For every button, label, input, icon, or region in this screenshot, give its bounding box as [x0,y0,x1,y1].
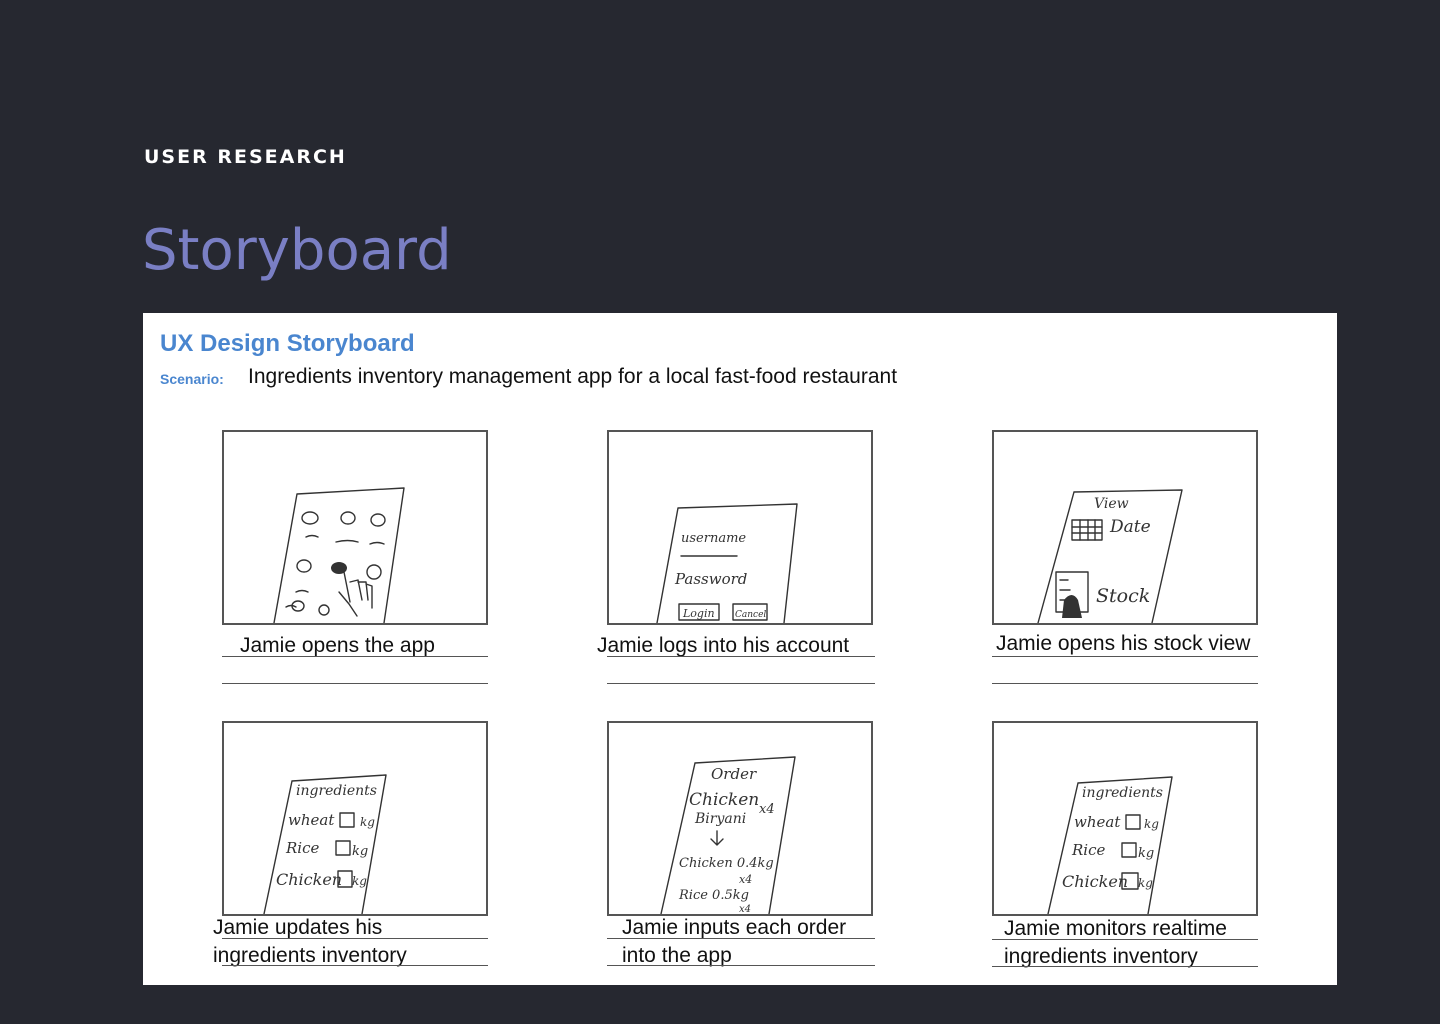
panel-2-caption-rule-2 [607,683,875,684]
panel-3-caption-rule-1 [992,656,1258,657]
page-title: Storyboard [142,218,452,283]
sketch-home-screen [273,487,405,623]
panel-4-caption-rule-1 [222,938,488,939]
sketch-kg-2: kg [1138,846,1154,861]
sketch-kg-2: kg [352,844,368,859]
panel-6-caption-rule-2 [992,966,1258,967]
section-eyebrow: USER RESEARCH [144,146,347,168]
storyboard-panel-6: ingredients wheat kg Rice kg Chicken kg [992,721,1258,916]
sketch-ingredients-monitor: ingredients wheat kg Rice kg Chicken kg [1047,776,1173,914]
sketch-username: username [681,531,746,546]
sketch-wheat: wheat [1074,813,1121,831]
sketch-order-qty-2: x4 [739,873,752,886]
sketch-chicken: Chicken [1062,872,1128,891]
storyboard-heading: UX Design Storyboard [160,330,415,357]
sketch-wheat: wheat [288,811,335,829]
sketch-order-chicken: Chicken [689,790,759,810]
panel-3-caption-1: Jamie opens his stock view [996,632,1251,655]
storyboard-panel-5: Order Chicken Biryani x4 Chicken 0.4kg x… [607,721,873,916]
panel-5-caption-rule-1 [607,938,875,939]
scenario-label: Scenario: [160,371,224,387]
sketch-ingredients-edit: ingredients wheat kg Rice kg Chicken kg [263,774,387,914]
sketch-stock-view: View Date Stock [1037,489,1183,623]
sketch-order-chicken-weight: Chicken 0.4kg [679,856,774,871]
sketch-kg-1: kg [360,815,375,829]
sketch-cancel: Cancel [735,610,766,620]
storyboard-panel-1 [222,430,488,625]
sketch-rice: Rice [1071,841,1105,859]
sketch-chicken: Chicken [276,870,342,889]
sketch-order-biryani: Biryani [694,811,746,827]
panel-6-caption-rule-1 [992,939,1258,940]
sketch-date: Date [1109,517,1151,537]
panel-1-caption-rule-2 [222,683,488,684]
sketch-login: Login [682,607,715,620]
scenario-text: Ingredients inventory management app for… [248,365,898,388]
panel-2-caption-rule-1 [607,656,875,657]
panel-1-caption-rule-1 [222,656,488,657]
sketch-kg-3: kg [1138,876,1153,890]
storyboard-panel-3: View Date Stock [992,430,1258,625]
sketch-stock: Stock [1096,585,1150,607]
sketch-kg-1: kg [1144,817,1159,831]
panel-3-caption-rule-2 [992,683,1258,684]
sketch-password: Password [674,570,747,588]
panel-5-caption-rule-2 [607,965,875,966]
sketch-order-input: Order Chicken Biryani x4 Chicken 0.4kg x… [660,756,796,914]
sketch-view: View [1094,496,1129,512]
sketch-login-screen: username Password Login Cancel [656,503,798,623]
sketch-kg-3: kg [352,874,367,888]
sketch-order-rice-weight: Rice 0.5kg [678,888,749,903]
sketch-ingredients: ingredients [296,783,377,799]
sketch-order-qty: x4 [759,802,775,817]
storyboard-panel-4: ingredients wheat kg Rice kg Chicken kg [222,721,488,916]
storyboard-panel-2: username Password Login Cancel [607,430,873,625]
panel-4-caption-rule-2 [222,965,488,966]
sketch-order: Order [711,765,757,783]
sketch-ingredients: ingredients [1082,785,1163,801]
sketch-rice: Rice [285,839,319,857]
storyboard-image: UX Design Storyboard Scenario: Ingredien… [143,313,1337,985]
